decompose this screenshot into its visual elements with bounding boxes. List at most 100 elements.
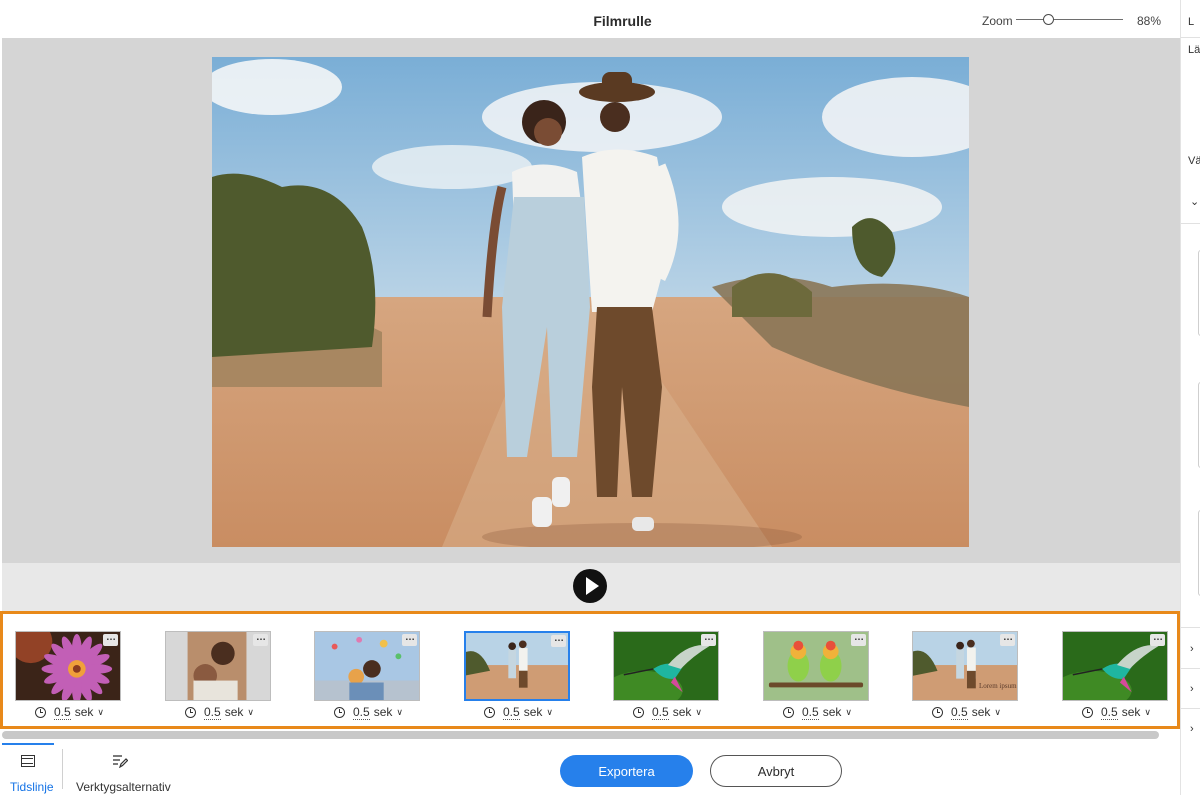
more-options-icon[interactable]: …	[1150, 633, 1165, 646]
slide-thumbnail[interactable]: …	[314, 631, 420, 701]
bottom-bar: Tidslinje Verktygsalternativ Exportera A…	[0, 741, 1180, 795]
tool-options-icon	[113, 755, 128, 768]
duration-unit: sek	[523, 705, 543, 719]
duration-value[interactable]: 0.5	[951, 705, 968, 720]
preview-image	[212, 57, 969, 547]
chevron-down-icon[interactable]: ∨	[546, 707, 553, 718]
chevron-down-icon[interactable]: ⌄	[1190, 195, 1199, 208]
zoom-slider-handle[interactable]	[1042, 14, 1054, 25]
filmstrip-slide[interactable]: … 0.5 sek ∨	[15, 631, 123, 721]
filmstrip-slide[interactable]: … 0.5 sek ∨	[763, 631, 871, 721]
slide-thumbnail[interactable]: …	[1062, 631, 1168, 701]
slide-thumbnail[interactable]: …	[165, 631, 271, 701]
more-options-icon[interactable]: …	[253, 633, 268, 646]
more-options-icon[interactable]: …	[1000, 633, 1015, 646]
slide-thumbnail[interactable]: …	[613, 631, 719, 701]
filmstrip: … 0.5 sek ∨… 0.5 sek ∨… 0.5 sek ∨… 0.5 sek ∨… 0.5 sek ∨…	[0, 611, 1180, 729]
duration-value[interactable]: 0.5	[1101, 705, 1118, 720]
duration-value[interactable]: 0.5	[503, 705, 520, 720]
clock-icon	[334, 706, 345, 718]
chevron-down-icon[interactable]: ∨	[396, 707, 403, 718]
more-options-icon[interactable]: …	[551, 634, 566, 647]
export-button[interactable]: Exportera	[560, 755, 693, 787]
right-panel-label: Vä	[1188, 155, 1200, 167]
page-title: Filmrulle	[593, 13, 652, 29]
slide-duration[interactable]: 0.5 sek ∨	[185, 704, 254, 720]
more-options-icon[interactable]: …	[402, 633, 417, 646]
slide-duration[interactable]: 0.5 sek ∨	[932, 704, 1001, 720]
cancel-button[interactable]: Avbryt	[710, 755, 842, 787]
preview-area	[2, 38, 1180, 563]
divider	[1181, 708, 1200, 709]
filmstrip-slide[interactable]: … 0.5 sek ∨	[613, 631, 721, 721]
duration-unit: sek	[971, 705, 991, 719]
tab-timeline-label: Tidslinje	[10, 780, 54, 794]
slide-duration[interactable]: 0.5 sek ∨	[1082, 704, 1151, 720]
duration-unit: sek	[672, 705, 692, 719]
duration-value[interactable]: 0.5	[652, 705, 669, 720]
chevron-down-icon[interactable]: ∨	[1144, 707, 1151, 718]
filmstrip-slide[interactable]: … 0.5 sek ∨	[464, 631, 572, 721]
clock-icon	[484, 706, 495, 718]
chevron-right-icon[interactable]: ›	[1190, 723, 1194, 735]
chevron-right-icon[interactable]: ›	[1190, 683, 1194, 695]
more-options-icon[interactable]: …	[103, 633, 118, 646]
tab-tool-options[interactable]: Verktygsalternativ	[76, 743, 171, 795]
tab-timeline[interactable]: Tidslinje	[2, 743, 54, 795]
duration-unit: sek	[224, 705, 244, 719]
filmstrip-scrollbar[interactable]	[2, 731, 1159, 739]
duration-unit: sek	[373, 705, 393, 719]
right-panel-label: L	[1188, 16, 1195, 28]
duration-value[interactable]: 0.5	[54, 705, 71, 720]
active-tab-indicator	[2, 743, 54, 745]
right-panel: L Läg Vä ⌄ › › ›	[1180, 0, 1200, 795]
tab-tool-options-label: Verktygsalternativ	[76, 780, 171, 794]
chevron-down-icon[interactable]: ∨	[97, 707, 104, 718]
filmstrip-slide[interactable]: … 0.5 sek ∨	[165, 631, 273, 721]
clock-icon	[35, 706, 46, 718]
chevron-down-icon[interactable]: ∨	[247, 707, 254, 718]
zoom-slider[interactable]	[1016, 19, 1123, 20]
duration-unit: sek	[74, 705, 94, 719]
chevron-down-icon[interactable]: ∨	[994, 707, 1001, 718]
clock-icon	[783, 706, 794, 718]
play-button[interactable]	[573, 569, 607, 603]
divider	[1181, 37, 1200, 38]
duration-unit: sek	[1121, 705, 1141, 719]
duration-value[interactable]: 0.5	[353, 705, 370, 720]
slide-thumbnail[interactable]: …	[464, 631, 570, 701]
filmstrip-slide[interactable]: … 0.5 sek ∨	[314, 631, 422, 721]
slide-thumbnail[interactable]: …	[763, 631, 869, 701]
slide-thumbnail[interactable]: Lorem ipsum …	[912, 631, 1018, 701]
clock-icon	[1082, 706, 1093, 718]
slide-duration[interactable]: 0.5 sek ∨	[334, 704, 403, 720]
duration-unit: sek	[822, 705, 842, 719]
clock-icon	[185, 706, 196, 718]
slide-duration[interactable]: 0.5 sek ∨	[35, 704, 104, 720]
more-options-icon[interactable]: …	[851, 633, 866, 646]
zoom-label: Zoom	[982, 14, 1013, 28]
slide-duration[interactable]: 0.5 sek ∨	[783, 704, 852, 720]
chevron-right-icon[interactable]: ›	[1190, 643, 1194, 655]
filmstrip-icon	[21, 755, 35, 767]
play-icon	[585, 577, 599, 595]
clock-icon	[633, 706, 644, 718]
duration-value[interactable]: 0.5	[204, 705, 221, 720]
top-bar: Filmrulle Zoom 88%	[0, 0, 1180, 38]
slideshow-editor: Filmrulle Zoom 88% … 0.5 sek ∨ … 0.5 sek…	[0, 0, 1200, 795]
divider	[1181, 668, 1200, 669]
more-options-icon[interactable]: …	[701, 633, 716, 646]
chevron-down-icon[interactable]: ∨	[695, 707, 702, 718]
divider	[1181, 223, 1200, 224]
chevron-down-icon[interactable]: ∨	[845, 707, 852, 718]
divider	[1181, 627, 1200, 628]
slide-duration[interactable]: 0.5 sek ∨	[484, 704, 553, 720]
slide-thumbnail[interactable]: …	[15, 631, 121, 701]
slide-duration[interactable]: 0.5 sek ∨	[633, 704, 702, 720]
filmstrip-slide[interactable]: Lorem ipsum … 0.5 sek ∨	[912, 631, 1020, 721]
filmstrip-slide[interactable]: … 0.5 sek ∨	[1062, 631, 1170, 721]
slide-caption: Lorem ipsum	[979, 682, 1017, 690]
duration-value[interactable]: 0.5	[802, 705, 819, 720]
divider	[62, 749, 63, 789]
clock-icon	[932, 706, 943, 718]
